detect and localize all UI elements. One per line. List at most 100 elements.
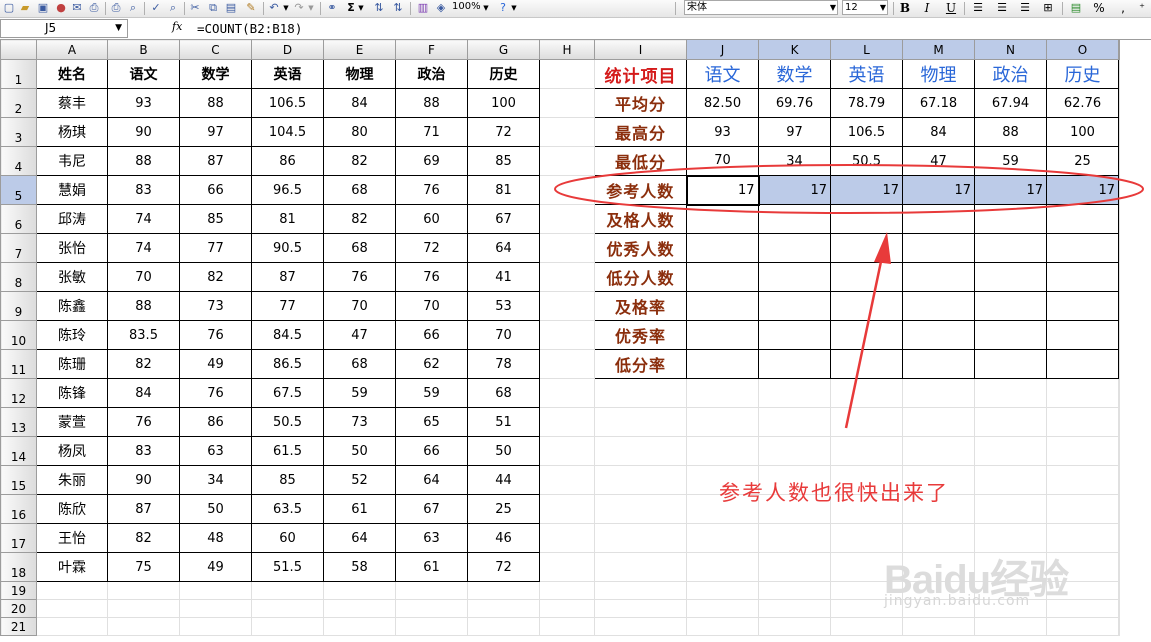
empty-cell[interactable] bbox=[974, 617, 1047, 636]
empty-cell[interactable] bbox=[758, 581, 831, 600]
score-cell[interactable]: 74 bbox=[107, 204, 180, 234]
score-cell[interactable]: 72 bbox=[395, 233, 468, 263]
score-cell[interactable]: 81 bbox=[467, 175, 540, 205]
align-right-icon[interactable]: ☰ bbox=[1018, 1, 1032, 15]
empty-cell[interactable] bbox=[830, 407, 903, 437]
stats-value-cell[interactable]: 69.76 bbox=[758, 88, 831, 118]
empty-cell[interactable] bbox=[1118, 465, 1120, 495]
column-header-c[interactable]: C bbox=[179, 39, 252, 60]
empty-cell[interactable] bbox=[539, 117, 595, 147]
stats-value-cell[interactable] bbox=[902, 233, 975, 263]
score-cell[interactable]: 80 bbox=[323, 117, 396, 147]
stats-value-cell[interactable]: 62.76 bbox=[1046, 88, 1119, 118]
empty-cell[interactable] bbox=[686, 436, 759, 466]
underline-button[interactable]: U bbox=[943, 0, 959, 16]
score-cell[interactable]: 90 bbox=[107, 465, 180, 495]
empty-cell[interactable] bbox=[1118, 262, 1120, 292]
print-preview-icon[interactable]: ⎙ bbox=[87, 1, 101, 15]
score-cell[interactable]: 78 bbox=[467, 349, 540, 379]
empty-cell[interactable] bbox=[539, 523, 595, 553]
row-header-11[interactable]: 11 bbox=[0, 349, 37, 379]
score-cell[interactable]: 50 bbox=[179, 494, 252, 524]
stats-value-cell[interactable] bbox=[686, 349, 759, 379]
stats-value-cell[interactable] bbox=[902, 349, 975, 379]
empty-cell[interactable] bbox=[1118, 88, 1120, 118]
score-cell[interactable]: 51 bbox=[467, 407, 540, 437]
score-cell[interactable]: 41 bbox=[467, 262, 540, 292]
score-cell[interactable]: 65 bbox=[395, 407, 468, 437]
empty-cell[interactable] bbox=[1118, 581, 1120, 600]
column-header-j[interactable]: J bbox=[686, 39, 759, 60]
empty-cell[interactable] bbox=[1118, 599, 1120, 618]
score-cell[interactable]: 106.5 bbox=[251, 88, 324, 118]
hyperlink-icon[interactable]: ⚭ bbox=[325, 1, 339, 15]
row-header-1[interactable]: 1 bbox=[0, 59, 37, 89]
stats-value-cell[interactable]: 47 bbox=[902, 146, 975, 176]
drawing-icon[interactable]: ◈ bbox=[434, 1, 448, 15]
empty-cell[interactable] bbox=[539, 465, 595, 495]
score-cell[interactable]: 84 bbox=[107, 378, 180, 408]
score-cell[interactable]: 73 bbox=[179, 291, 252, 321]
empty-cell[interactable] bbox=[107, 617, 180, 636]
empty-cell[interactable] bbox=[36, 617, 108, 636]
score-cell[interactable]: 73 bbox=[323, 407, 396, 437]
stats-label-cell[interactable]: 及格率 bbox=[594, 291, 687, 321]
score-cell[interactable]: 48 bbox=[179, 523, 252, 553]
increase-decimal-icon[interactable]: ⁺ bbox=[1135, 1, 1149, 15]
stats-value-cell[interactable] bbox=[1046, 262, 1119, 292]
print-icon[interactable]: ⎙ bbox=[109, 1, 123, 15]
score-cell[interactable]: 62 bbox=[395, 349, 468, 379]
paste-icon[interactable]: ▤ bbox=[224, 1, 238, 15]
empty-cell[interactable] bbox=[902, 378, 975, 408]
stats-value-cell[interactable] bbox=[974, 349, 1047, 379]
score-cell[interactable]: 叶霖 bbox=[36, 552, 108, 582]
empty-cell[interactable] bbox=[758, 617, 831, 636]
format-painter-icon[interactable]: ✎ bbox=[244, 1, 258, 15]
empty-cell[interactable] bbox=[467, 599, 540, 618]
score-cell[interactable]: 70 bbox=[467, 320, 540, 350]
empty-cell[interactable] bbox=[36, 599, 108, 618]
row-header-7[interactable]: 7 bbox=[0, 233, 37, 263]
score-header-cell[interactable]: 语文 bbox=[107, 59, 180, 89]
stats-value-cell[interactable] bbox=[686, 262, 759, 292]
empty-cell[interactable] bbox=[539, 617, 595, 636]
score-cell[interactable]: 76 bbox=[323, 262, 396, 292]
stats-label-cell[interactable]: 最高分 bbox=[594, 117, 687, 147]
empty-cell[interactable] bbox=[1118, 117, 1120, 147]
stats-value-cell[interactable] bbox=[974, 233, 1047, 263]
bold-button[interactable]: B bbox=[897, 0, 913, 16]
empty-cell[interactable] bbox=[467, 617, 540, 636]
score-cell[interactable]: 59 bbox=[323, 378, 396, 408]
stats-value-cell[interactable] bbox=[1046, 204, 1119, 234]
redo-icon[interactable]: ↷ bbox=[292, 1, 306, 15]
score-cell[interactable]: 陈锋 bbox=[36, 378, 108, 408]
empty-cell[interactable] bbox=[902, 407, 975, 437]
stats-value-cell[interactable]: 25 bbox=[1046, 146, 1119, 176]
empty-cell[interactable] bbox=[1046, 494, 1119, 524]
stats-subject-cell[interactable]: 物理 bbox=[902, 59, 975, 89]
row-header-16[interactable]: 16 bbox=[0, 494, 37, 524]
permission-icon[interactable]: ● bbox=[54, 1, 68, 15]
stats-value-cell[interactable]: 50.5 bbox=[830, 146, 903, 176]
score-cell[interactable]: 44 bbox=[467, 465, 540, 495]
empty-cell[interactable] bbox=[539, 88, 595, 118]
chevron-down-icon[interactable]: ▼ bbox=[115, 20, 122, 37]
chart-wizard-icon[interactable]: ▥ bbox=[416, 1, 430, 15]
score-cell[interactable]: 46 bbox=[467, 523, 540, 553]
empty-cell[interactable] bbox=[594, 465, 687, 495]
name-box[interactable]: J5 ▼ bbox=[0, 19, 128, 38]
score-cell[interactable]: 陈欣 bbox=[36, 494, 108, 524]
column-header-l[interactable]: L bbox=[830, 39, 903, 60]
empty-cell[interactable] bbox=[1118, 146, 1120, 176]
empty-cell[interactable] bbox=[1046, 436, 1119, 466]
stats-value-cell[interactable]: 17 bbox=[1046, 175, 1119, 205]
empty-cell[interactable] bbox=[594, 407, 687, 437]
score-cell[interactable]: 49 bbox=[179, 349, 252, 379]
score-cell[interactable]: 72 bbox=[467, 117, 540, 147]
column-header-k[interactable]: K bbox=[758, 39, 831, 60]
column-header-b[interactable]: B bbox=[107, 39, 180, 60]
new-file-icon[interactable]: ▢ bbox=[2, 1, 16, 15]
align-center-icon[interactable]: ☰ bbox=[995, 1, 1009, 15]
empty-cell[interactable] bbox=[395, 581, 468, 600]
empty-cell[interactable] bbox=[539, 552, 595, 582]
